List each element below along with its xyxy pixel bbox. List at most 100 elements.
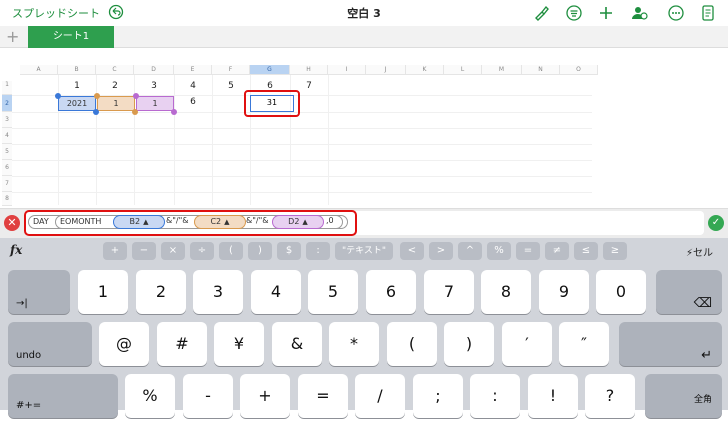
op-divide[interactable]: ÷	[190, 242, 214, 260]
key-exclamation[interactable]: !	[528, 374, 578, 418]
tab-key[interactable]: →|	[8, 270, 70, 314]
add-icon[interactable]	[597, 4, 615, 22]
undo-key[interactable]: undo	[8, 322, 92, 366]
column-header-o[interactable]: O	[560, 65, 598, 75]
op-greater-equal[interactable]: ≥	[603, 242, 627, 260]
column-header-a[interactable]: A	[20, 65, 58, 75]
op-open-paren[interactable]: (	[219, 242, 243, 260]
column-header-e[interactable]: E	[174, 65, 212, 75]
key-prime[interactable]: ′	[502, 322, 552, 366]
range-handle-d2-top[interactable]	[133, 93, 139, 99]
cell-e2[interactable]: 6	[174, 97, 212, 107]
key-2[interactable]: 2	[136, 270, 186, 314]
cell-c2[interactable]: 1	[97, 96, 135, 111]
column-header-c[interactable]: C	[96, 65, 134, 75]
row-header-6[interactable]: 6	[2, 160, 12, 176]
key-equals[interactable]: =	[298, 374, 348, 418]
column-header-l[interactable]: L	[444, 65, 482, 75]
key-7[interactable]: 7	[424, 270, 474, 314]
zenkaku-key[interactable]: 全角	[645, 374, 722, 418]
cell-d1[interactable]: 3	[134, 81, 174, 91]
cell-f1[interactable]: 5	[212, 81, 250, 91]
cell-e1[interactable]: 4	[174, 81, 212, 91]
key-asterisk[interactable]: *	[329, 322, 379, 366]
key-6[interactable]: 6	[366, 270, 416, 314]
key-8[interactable]: 8	[481, 270, 531, 314]
key-1[interactable]: 1	[78, 270, 128, 314]
key-percent[interactable]: %	[125, 374, 175, 418]
row-header-5[interactable]: 5	[2, 144, 12, 160]
key-slash[interactable]: /	[355, 374, 405, 418]
sheet-tab-1[interactable]: シート1	[28, 26, 114, 48]
enter-key[interactable]: ↵	[619, 322, 722, 366]
op-text[interactable]: "テキスト"	[335, 242, 393, 260]
collaborate-icon[interactable]	[630, 4, 648, 22]
row-header-1[interactable]: 1	[2, 81, 12, 95]
op-close-paren[interactable]: )	[248, 242, 272, 260]
row-header-4[interactable]: 4	[2, 128, 12, 144]
op-percent[interactable]: %	[487, 242, 511, 260]
op-less-equal[interactable]: ≤	[574, 242, 598, 260]
column-header-g[interactable]: G	[250, 65, 290, 75]
key-double-prime[interactable]: ″	[559, 322, 609, 366]
range-handle-b2-top[interactable]	[55, 93, 61, 99]
key-at[interactable]: @	[99, 322, 149, 366]
column-header-k[interactable]: K	[406, 65, 444, 75]
token-ref-c2[interactable]: C2 ▲	[194, 215, 246, 229]
key-colon[interactable]: :	[470, 374, 520, 418]
key-ampersand[interactable]: &	[272, 322, 322, 366]
cell-mode-button[interactable]: ⚡セル	[686, 244, 713, 259]
cell-c1[interactable]: 2	[96, 81, 134, 91]
op-multiply[interactable]: ×	[161, 242, 185, 260]
op-equals[interactable]: =	[516, 242, 540, 260]
spreadsheet-grid[interactable]: A B C D E F G H I J K L M N O 1 2 3 4 5 …	[0, 48, 728, 208]
format-icon[interactable]	[565, 4, 583, 22]
column-header-j[interactable]: J	[366, 65, 406, 75]
cell-g2[interactable]: 31	[250, 95, 294, 112]
range-handle-c2-top[interactable]	[94, 93, 100, 99]
column-header-n[interactable]: N	[522, 65, 560, 75]
add-sheet-button[interactable]: +	[6, 27, 19, 46]
op-minus[interactable]: −	[132, 242, 156, 260]
key-plus[interactable]: +	[240, 374, 290, 418]
row-header-8[interactable]: 8	[2, 192, 12, 206]
key-5[interactable]: 5	[308, 270, 358, 314]
accept-formula-button[interactable]: ✓	[708, 215, 724, 231]
key-3[interactable]: 3	[193, 270, 243, 314]
key-open-paren[interactable]: (	[387, 322, 437, 366]
key-minus[interactable]: -	[183, 374, 233, 418]
key-yen[interactable]: ¥	[214, 322, 264, 366]
key-4[interactable]: 4	[251, 270, 301, 314]
cell-d2[interactable]: 1	[136, 96, 174, 111]
cell-b2[interactable]: 2021	[58, 96, 96, 111]
op-dollar[interactable]: $	[277, 242, 301, 260]
column-header-m[interactable]: M	[482, 65, 522, 75]
delete-key[interactable]: ⌫	[656, 270, 722, 314]
column-header-f[interactable]: F	[212, 65, 250, 75]
cell-b1[interactable]: 1	[58, 81, 96, 91]
range-handle-d2-bottom[interactable]	[171, 109, 177, 115]
key-close-paren[interactable]: )	[444, 322, 494, 366]
brush-icon[interactable]	[532, 4, 550, 22]
row-header-3[interactable]: 3	[2, 112, 12, 128]
key-question[interactable]: ?	[585, 374, 635, 418]
op-not-equal[interactable]: ≠	[545, 242, 569, 260]
row-header-7[interactable]: 7	[2, 176, 12, 192]
column-header-i[interactable]: I	[328, 65, 366, 75]
token-ref-b2[interactable]: B2 ▲	[113, 215, 165, 229]
document-icon[interactable]	[699, 4, 717, 22]
key-0[interactable]: 0	[596, 270, 646, 314]
op-less[interactable]: <	[400, 242, 424, 260]
row-header-2[interactable]: 2	[2, 95, 12, 112]
range-handle-c2-bottom[interactable]	[132, 109, 138, 115]
op-plus[interactable]: +	[103, 242, 127, 260]
key-hash[interactable]: #	[157, 322, 207, 366]
op-greater[interactable]: >	[429, 242, 453, 260]
key-9[interactable]: 9	[539, 270, 589, 314]
function-button[interactable]: fx	[10, 243, 22, 257]
column-header-d[interactable]: D	[134, 65, 174, 75]
column-header-b[interactable]: B	[58, 65, 96, 75]
more-icon[interactable]	[667, 4, 685, 22]
range-handle-b2-bottom[interactable]	[93, 109, 99, 115]
op-caret[interactable]: ^	[458, 242, 482, 260]
